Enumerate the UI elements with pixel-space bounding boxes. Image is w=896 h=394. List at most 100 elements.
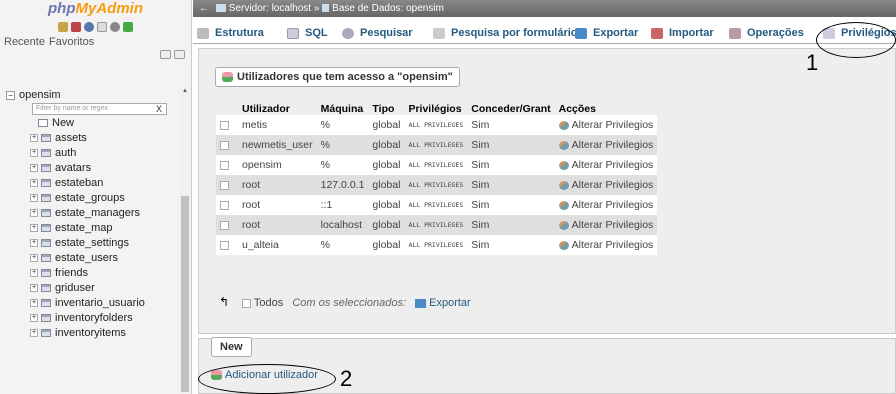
reload-icon[interactable]	[123, 22, 133, 32]
expand-icon[interactable]: +	[30, 179, 38, 188]
table-row: metis % global ALL PRIVILEGES Sim Altera…	[216, 115, 658, 135]
annotation-number-2: 2	[340, 366, 353, 391]
table-item[interactable]: + inventoryitems	[0, 326, 178, 341]
table-icon	[41, 149, 51, 158]
edit-privileges-link[interactable]: Alterar Privilegios	[554, 155, 658, 175]
home-icon[interactable]	[58, 22, 68, 32]
expand-icon[interactable]: +	[30, 239, 38, 248]
link-with-main-icon[interactable]	[174, 50, 185, 59]
expand-icon[interactable]: +	[30, 329, 38, 338]
table-row: u_alteia % global ALL PRIVILEGES Sim Alt…	[216, 235, 658, 255]
annotation-number-1: 1	[806, 50, 819, 75]
col-tipo: Tipo	[372, 103, 395, 115]
logout-icon[interactable]	[71, 22, 81, 32]
table-item[interactable]: + inventoryfolders	[0, 311, 178, 326]
table-item[interactable]: + estate_settings	[0, 236, 178, 251]
tab-pesquisa-formulario[interactable]: Pesquisa por formulário	[433, 22, 578, 44]
edit-privileges-icon	[558, 140, 569, 150]
scroll-up-icon[interactable]: ▲	[179, 88, 191, 100]
expand-icon[interactable]: +	[30, 299, 38, 308]
table-icon	[41, 209, 51, 218]
collapse-all-icon[interactable]	[160, 50, 171, 59]
table-icon	[41, 314, 51, 323]
sidebar-scrollbar[interactable]: ▲	[179, 88, 191, 394]
check-all-label[interactable]: Todos	[254, 297, 283, 309]
expand-icon[interactable]: +	[30, 164, 38, 173]
row-checkbox[interactable]	[220, 240, 229, 250]
favorites-tab[interactable]: Favoritos	[49, 36, 94, 48]
table-item[interactable]: + friends	[0, 266, 178, 281]
breadcrumb-server[interactable]: Servidor: localhost	[229, 3, 311, 14]
table-item[interactable]: + griduser	[0, 281, 178, 296]
expand-icon[interactable]: +	[30, 224, 38, 233]
edit-privileges-icon	[558, 200, 569, 210]
tab-operacoes[interactable]: Operações	[729, 22, 804, 44]
annotation-ellipse-privileges	[816, 22, 896, 58]
edit-privileges-link[interactable]: Alterar Privilegios	[554, 175, 658, 195]
table-filter-input[interactable]: Filter by name or regex X	[32, 103, 167, 115]
table-icon	[41, 254, 51, 263]
expand-icon[interactable]: +	[30, 284, 38, 293]
server-icon	[215, 4, 226, 13]
table-item[interactable]: + estate_map	[0, 221, 178, 236]
row-checkbox[interactable]	[220, 220, 229, 230]
expand-icon[interactable]: +	[30, 149, 38, 158]
check-all-checkbox[interactable]	[242, 298, 252, 308]
table-item[interactable]: + assets	[0, 131, 178, 146]
phpmyadmin-logo[interactable]: phpMyAdmin	[0, 0, 191, 18]
edit-privileges-link[interactable]: Alterar Privilegios	[554, 235, 658, 255]
bulk-export-button[interactable]: Exportar	[415, 297, 471, 309]
edit-privileges-link[interactable]: Alterar Privilegios	[554, 115, 658, 135]
collapse-sidebar-icon[interactable]: ←	[199, 0, 209, 17]
tab-importar[interactable]: Importar	[651, 22, 714, 44]
table-header: Utilizador Máquina Tipo Privilégios Conc…	[216, 103, 657, 115]
expand-icon[interactable]: +	[30, 134, 38, 143]
row-checkbox[interactable]	[220, 180, 229, 190]
breadcrumb-database[interactable]: Base de Dados: opensim	[332, 3, 444, 14]
settings-icon[interactable]	[110, 22, 120, 32]
tab-estrutura[interactable]: Estrutura	[197, 22, 264, 44]
expand-icon[interactable]: +	[30, 269, 38, 278]
col-utilizador: Utilizador	[242, 103, 290, 115]
database-node[interactable]: − opensim	[0, 88, 178, 102]
clear-filter-icon[interactable]: X	[156, 104, 162, 114]
expand-icon[interactable]: +	[30, 194, 38, 203]
table-item[interactable]: + estateban	[0, 176, 178, 191]
row-checkbox[interactable]	[220, 200, 229, 210]
recent-tab[interactable]: Recente	[4, 36, 45, 48]
edit-privileges-icon	[558, 220, 569, 230]
collapse-icon[interactable]: −	[6, 90, 15, 100]
table-icon	[41, 299, 51, 308]
table-icon	[41, 134, 51, 143]
expand-icon[interactable]: +	[30, 254, 38, 263]
row-checkbox[interactable]	[220, 140, 229, 150]
table-icon	[41, 329, 51, 338]
export-icon	[415, 298, 427, 308]
table-item[interactable]: + estate_groups	[0, 191, 178, 206]
edit-privileges-link[interactable]: Alterar Privilegios	[554, 195, 658, 215]
tab-exportar[interactable]: Exportar	[575, 22, 638, 44]
help-icon[interactable]	[84, 22, 94, 32]
table-item[interactable]: + estate_users	[0, 251, 178, 266]
expand-icon[interactable]: +	[30, 314, 38, 323]
new-table-item[interactable]: New	[0, 116, 178, 131]
sidebar-icon-bar	[0, 20, 191, 34]
expand-icon[interactable]: +	[30, 209, 38, 218]
table-item[interactable]: + auth	[0, 146, 178, 161]
row-checkbox[interactable]	[220, 120, 229, 130]
table-item[interactable]: + avatars	[0, 161, 178, 176]
table-item[interactable]: + inventario_usuario	[0, 296, 178, 311]
users-icon	[222, 72, 233, 83]
tab-sql[interactable]: SQL	[287, 22, 328, 44]
table-icon	[41, 284, 51, 293]
new-legend: New	[211, 337, 252, 357]
scrollbar-thumb[interactable]	[181, 196, 189, 392]
edit-privileges-link[interactable]: Alterar Privilegios	[554, 215, 658, 235]
edit-privileges-link[interactable]: Alterar Privilegios	[554, 135, 658, 155]
tab-bar: Estrutura SQL Pesquisar Pesquisa por for…	[193, 22, 896, 44]
new-table-icon	[38, 119, 48, 128]
table-item[interactable]: + estate_managers	[0, 206, 178, 221]
tab-pesquisar[interactable]: Pesquisar	[342, 22, 413, 44]
row-checkbox[interactable]	[220, 160, 229, 170]
docs-icon[interactable]	[97, 22, 107, 32]
